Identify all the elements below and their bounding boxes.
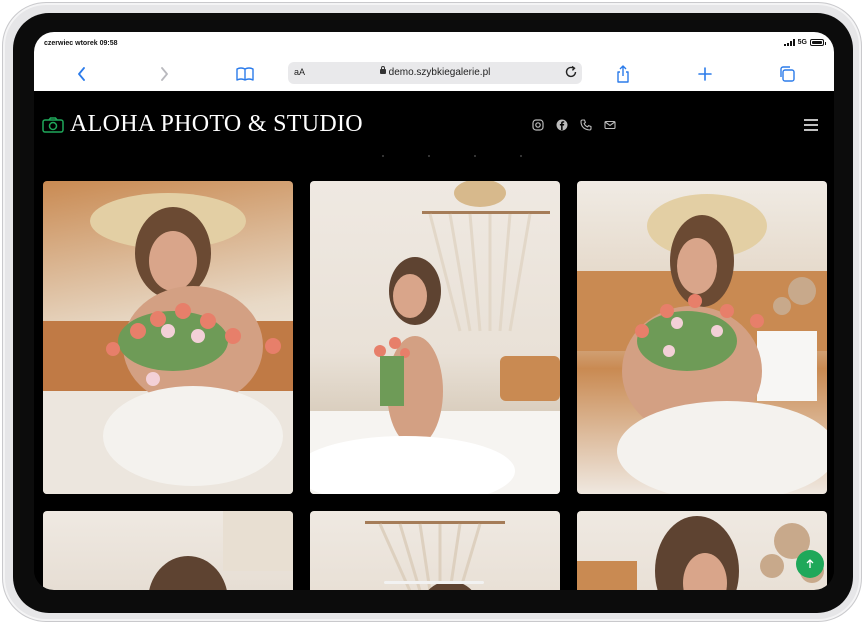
facebook-icon[interactable] [556,118,568,131]
bookmarks-button[interactable] [235,64,255,84]
status-time: czerwiec wtorek 09:58 [44,40,118,47]
gallery-photo[interactable] [310,181,560,494]
url-text: demo.szybkiegalerie.pl [388,67,491,78]
battery-icon [810,39,826,46]
screen: czerwiec wtorek 09:58 5G aA demo.szybkie… [34,32,834,590]
photo-illustration [577,516,824,590]
gallery-photo[interactable] [43,511,293,590]
gallery-photo[interactable] [577,181,827,494]
network-label: 5G [797,39,807,46]
tabs-overview-button[interactable] [777,64,797,84]
gallery-photo[interactable] [577,511,827,590]
brand-title: ALOHA PHOTO & STUDIO [70,111,363,137]
photo-illustration [310,181,560,494]
site-logo[interactable]: ALOHA PHOTO & STUDIO [42,111,363,138]
instagram-icon[interactable] [532,118,544,131]
share-button[interactable] [613,64,633,84]
website: ALOHA PHOTO & STUDIO [34,91,834,590]
camera-icon [42,116,64,133]
browser-toolbar: aA demo.szybkiegalerie.pl [34,56,834,91]
phone-icon[interactable] [580,118,592,131]
arrow-up-icon [806,559,814,568]
nav-dividers [382,155,522,157]
address-bar[interactable]: aA demo.szybkiegalerie.pl [288,62,582,84]
lock-icon [379,66,386,74]
home-indicator [384,581,484,584]
social-links [532,118,616,131]
photo-illustration [577,194,827,494]
mail-icon[interactable] [604,118,616,130]
status-bar: czerwiec wtorek 09:58 5G [34,32,834,56]
photo-illustration [43,193,293,494]
reload-icon[interactable] [564,65,578,84]
scroll-to-top-button[interactable] [796,550,824,578]
photo-illustration [149,511,293,590]
photo-illustration [365,521,505,590]
new-tab-button[interactable] [695,64,715,84]
hamburger-menu-icon[interactable] [804,118,818,136]
forward-button[interactable] [154,64,174,84]
back-button[interactable] [72,64,92,84]
gallery-photo[interactable] [43,181,293,494]
gallery-photo[interactable] [310,511,560,590]
signal-icon [783,39,795,46]
url-display[interactable]: demo.szybkiegalerie.pl [288,66,582,78]
status-right: 5G [783,39,826,46]
